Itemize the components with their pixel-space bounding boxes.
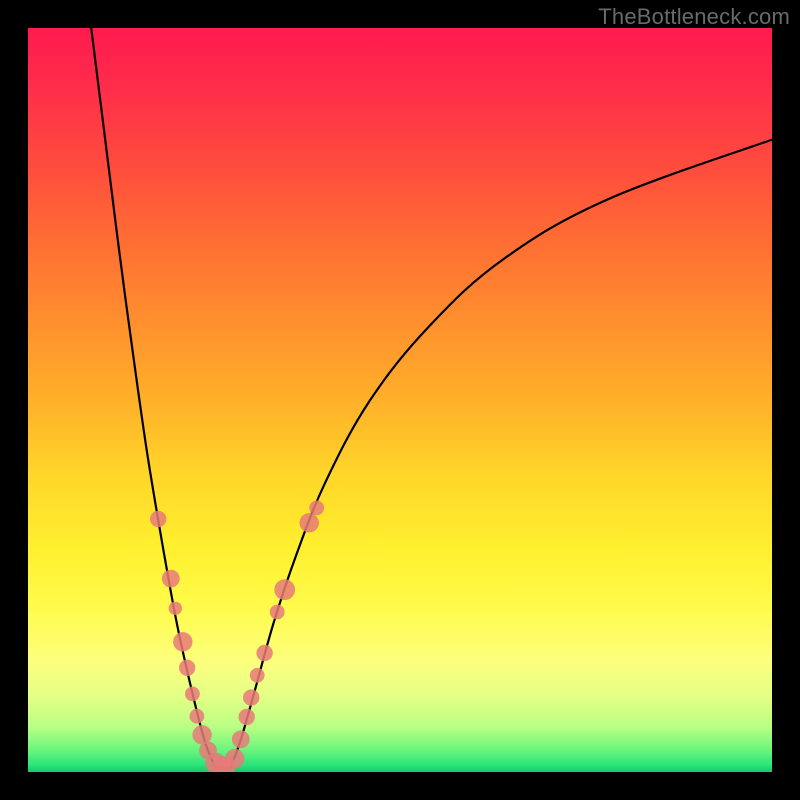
data-point [169,602,182,615]
data-point [239,709,255,725]
data-point [225,749,244,768]
data-point [150,511,166,527]
data-point [270,605,285,620]
data-point [256,645,272,661]
data-point [179,660,195,676]
data-point [190,709,205,724]
data-point [309,501,324,516]
chart-frame: TheBottleneck.com [0,0,800,800]
data-point [173,632,192,651]
bottleneck-curve [91,28,772,769]
data-point [300,513,319,532]
curve-left-branch [91,28,215,768]
data-point [243,689,259,705]
data-point [232,730,250,748]
curve-right-branch [230,140,772,768]
data-point-markers [150,501,324,773]
curve-layer [28,28,772,772]
data-point [185,687,200,702]
data-point [162,570,180,588]
data-point [250,668,265,683]
watermark-text: TheBottleneck.com [598,4,790,30]
data-point [274,579,295,600]
plot-area [28,28,772,772]
